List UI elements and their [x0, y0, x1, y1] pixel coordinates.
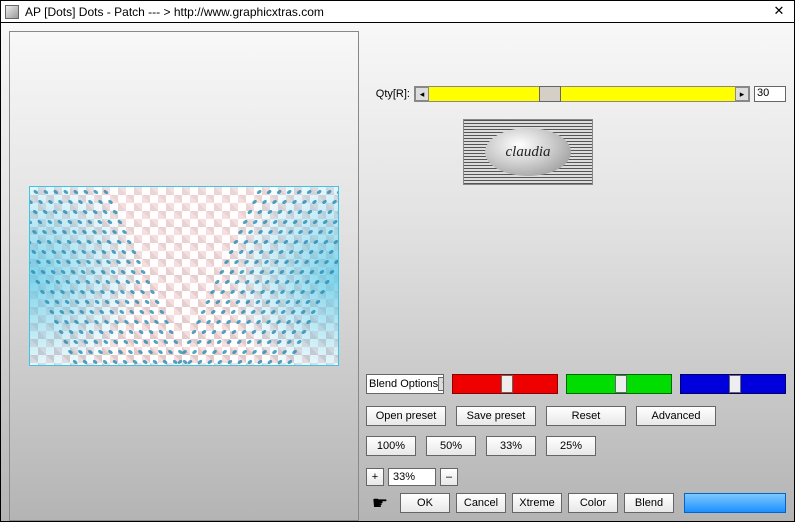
preset-row: Open preset Save preset Reset Advanced — [366, 406, 786, 426]
red-thumb[interactable] — [501, 375, 513, 393]
window-title: AP [Dots] Dots - Patch --- > http://www.… — [25, 5, 768, 19]
color-button[interactable]: Color — [568, 493, 618, 513]
green-slider[interactable] — [566, 374, 672, 394]
blue-slider[interactable] — [680, 374, 786, 394]
qty-left-arrow-icon[interactable]: ◂ — [415, 87, 429, 101]
zoom-100-button[interactable]: 100% — [366, 436, 416, 456]
client-area: Qty[R]: ◂ ▸ 30 claudia Blend Options ▼ — [1, 23, 794, 521]
zoom-row: 100% 50% 33% 25% — [366, 436, 786, 456]
titlebar[interactable]: AP [Dots] Dots - Patch --- > http://www.… — [1, 1, 794, 23]
preview-panel — [9, 31, 359, 521]
app-icon — [5, 5, 19, 19]
color-swatch[interactable] — [684, 493, 786, 513]
preview-overlay — [30, 187, 338, 365]
scale-row: + 33% – — [366, 468, 458, 486]
qty-value-input[interactable]: 30 — [754, 86, 786, 102]
blend-options-label: Blend Options — [369, 378, 438, 390]
bottom-row: ☛ OK Cancel Xtreme Color Blend — [366, 493, 786, 513]
chevron-down-icon[interactable]: ▼ — [438, 377, 444, 391]
open-preset-button[interactable]: Open preset — [366, 406, 446, 426]
qty-track[interactable] — [429, 87, 735, 101]
author-logo-text: claudia — [485, 128, 571, 176]
close-icon[interactable]: ✕ — [768, 3, 790, 21]
ok-button[interactable]: OK — [400, 493, 450, 513]
red-slider[interactable] — [452, 374, 558, 394]
zoom-50-button[interactable]: 50% — [426, 436, 476, 456]
author-logo: claudia — [463, 119, 593, 185]
controls-panel: Qty[R]: ◂ ▸ 30 claudia Blend Options ▼ — [366, 31, 786, 513]
reset-button[interactable]: Reset — [546, 406, 626, 426]
scale-plus-button[interactable]: + — [366, 468, 384, 486]
blue-thumb[interactable] — [729, 375, 741, 393]
cancel-button[interactable]: Cancel — [456, 493, 506, 513]
rgb-row: Blend Options ▼ — [366, 374, 786, 394]
blend-options-select[interactable]: Blend Options ▼ — [366, 374, 444, 394]
xtreme-button[interactable]: Xtreme — [512, 493, 562, 513]
qty-slider[interactable]: ◂ ▸ — [414, 86, 750, 102]
qty-thumb[interactable] — [539, 86, 561, 102]
qty-right-arrow-icon[interactable]: ▸ — [735, 87, 749, 101]
zoom-33-button[interactable]: 33% — [486, 436, 536, 456]
qty-label: Qty[R]: — [366, 88, 410, 100]
green-thumb[interactable] — [615, 375, 627, 393]
dialog-window: AP [Dots] Dots - Patch --- > http://www.… — [0, 0, 795, 522]
blend-button[interactable]: Blend — [624, 493, 674, 513]
advanced-button[interactable]: Advanced — [636, 406, 716, 426]
zoom-25-button[interactable]: 25% — [546, 436, 596, 456]
preview-image — [29, 186, 339, 366]
save-preset-button[interactable]: Save preset — [456, 406, 536, 426]
qty-row: Qty[R]: ◂ ▸ 30 — [366, 86, 786, 102]
scale-value[interactable]: 33% — [388, 468, 436, 486]
scale-minus-button[interactable]: – — [440, 468, 458, 486]
hand-pointer-icon: ☛ — [366, 493, 394, 513]
